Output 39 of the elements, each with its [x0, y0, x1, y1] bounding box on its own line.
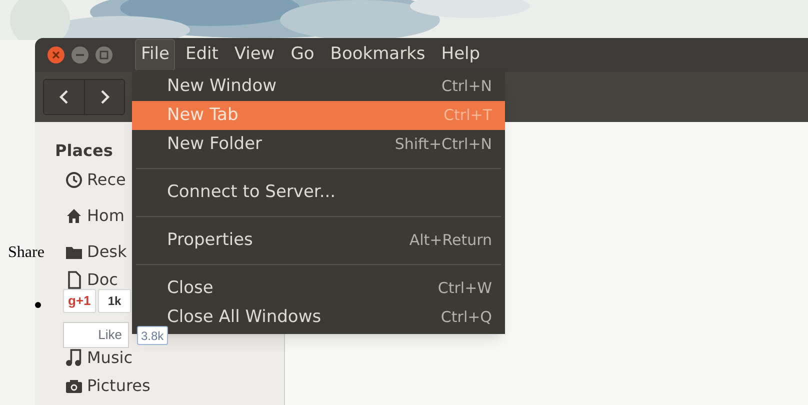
sidebar-item[interactable]: Hom: [87, 207, 124, 225]
like-count: 3.8k: [137, 326, 168, 345]
document-icon: [65, 271, 83, 289]
menu-item[interactable]: Go: [284, 39, 320, 71]
minimize-button[interactable]: [71, 46, 89, 64]
camera-icon: [65, 377, 83, 395]
menu-entry[interactable]: New Window Ctrl+N: [132, 72, 505, 101]
sidebar-item[interactable]: Doc: [87, 271, 118, 289]
home-icon: [65, 207, 83, 225]
menu-item[interactable]: View: [228, 39, 281, 71]
maximize-button[interactable]: [95, 46, 113, 64]
shortcut-label: Alt+Return: [409, 230, 492, 252]
menu-item[interactable]: File: [135, 39, 176, 71]
sidebar-item[interactable]: Music: [87, 349, 133, 367]
menu-entry[interactable]: Close Ctrl+W: [132, 274, 505, 303]
forward-button[interactable]: [84, 80, 124, 114]
menu-item[interactable]: Bookmarks: [324, 39, 432, 71]
back-button[interactable]: [44, 80, 84, 114]
sidebar-item[interactable]: Desk: [87, 243, 127, 261]
shortcut-label: Ctrl+Q: [440, 307, 492, 328]
menu-entry[interactable]: New Folder Shift+Ctrl+N: [132, 130, 505, 159]
shortcut-label: Ctrl+N: [442, 76, 492, 98]
share-count: 1k: [98, 289, 131, 313]
menu-item[interactable]: Help: [435, 39, 486, 71]
shortcut-label: Ctrl+W: [438, 278, 492, 300]
music-icon: [65, 349, 83, 367]
close-button[interactable]: [47, 46, 65, 64]
share-label: Share: [8, 243, 44, 263]
sidebar-item[interactable]: Rece: [87, 171, 126, 189]
menu-item[interactable]: Edit: [179, 39, 224, 71]
shortcut-label: Ctrl+T: [444, 105, 492, 126]
menu-entry[interactable]: Properties Alt+Return: [132, 226, 505, 255]
shortcut-label: Shift+Ctrl+N: [394, 134, 492, 156]
clock-icon: [65, 171, 83, 189]
sidebar-item[interactable]: Pictures: [87, 377, 150, 395]
menu-entry[interactable]: Connect to Server...: [132, 178, 505, 207]
plus-one-button[interactable]: g+1: [63, 289, 96, 313]
sidebar-heading: Places: [55, 140, 113, 162]
like-button[interactable]: Like: [63, 322, 129, 348]
